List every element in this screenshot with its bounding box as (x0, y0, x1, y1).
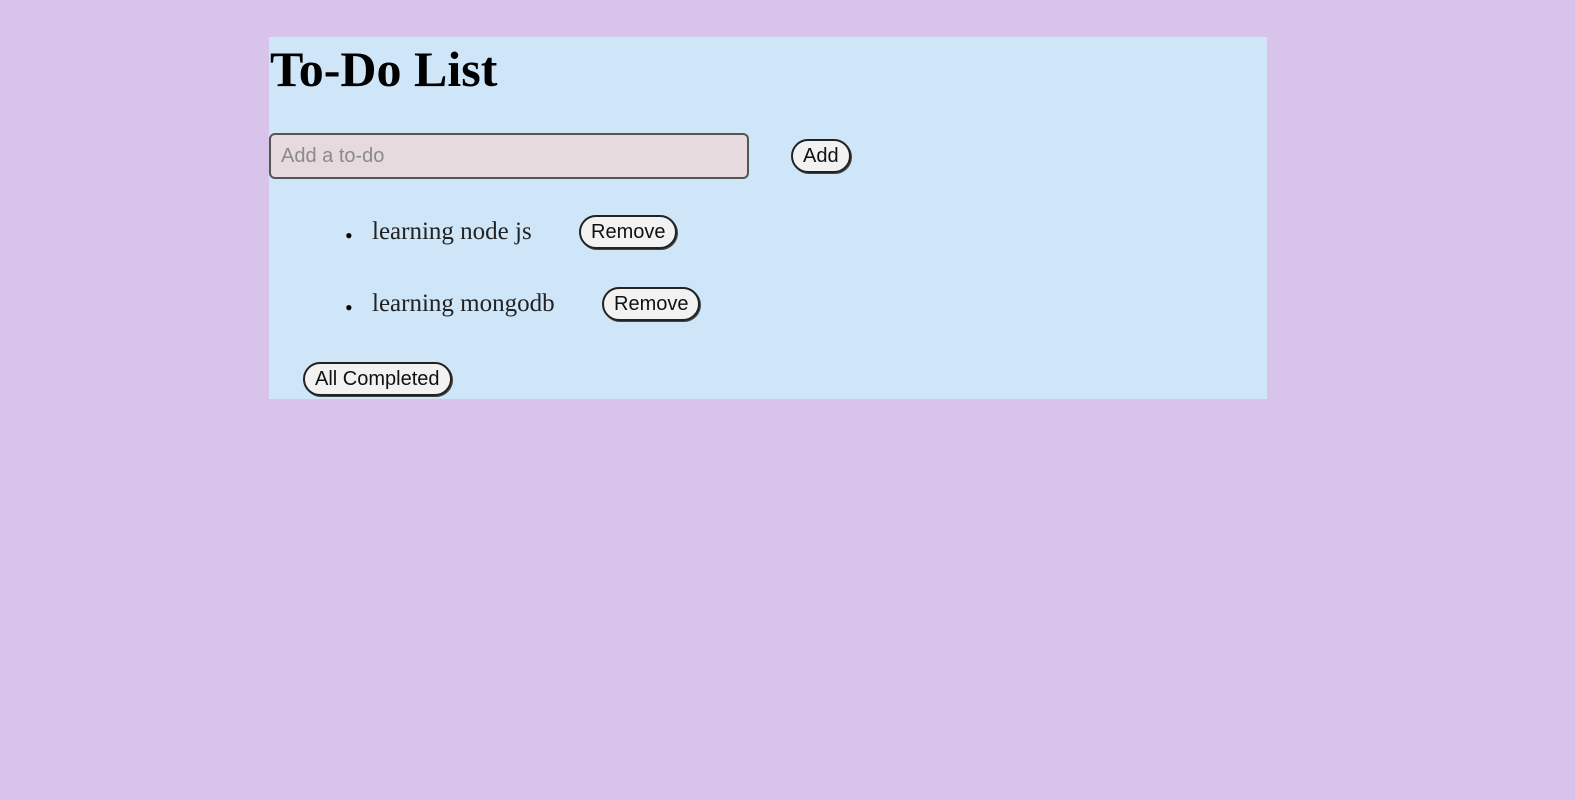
todo-text: learning node js (372, 218, 532, 245)
page-title: To-Do List (270, 41, 498, 97)
remove-button[interactable]: Remove (602, 287, 701, 321)
todo-input[interactable] (269, 133, 749, 179)
remove-button[interactable]: Remove (579, 215, 678, 249)
todo-card: To-Do List Add • learning node js Remove… (269, 37, 1267, 399)
all-completed-button[interactable]: All Completed (303, 362, 452, 396)
bullet-icon: • (345, 295, 353, 320)
bullet-icon: • (345, 223, 353, 248)
todo-text: learning mongodb (372, 290, 555, 317)
add-button[interactable]: Add (791, 139, 851, 173)
